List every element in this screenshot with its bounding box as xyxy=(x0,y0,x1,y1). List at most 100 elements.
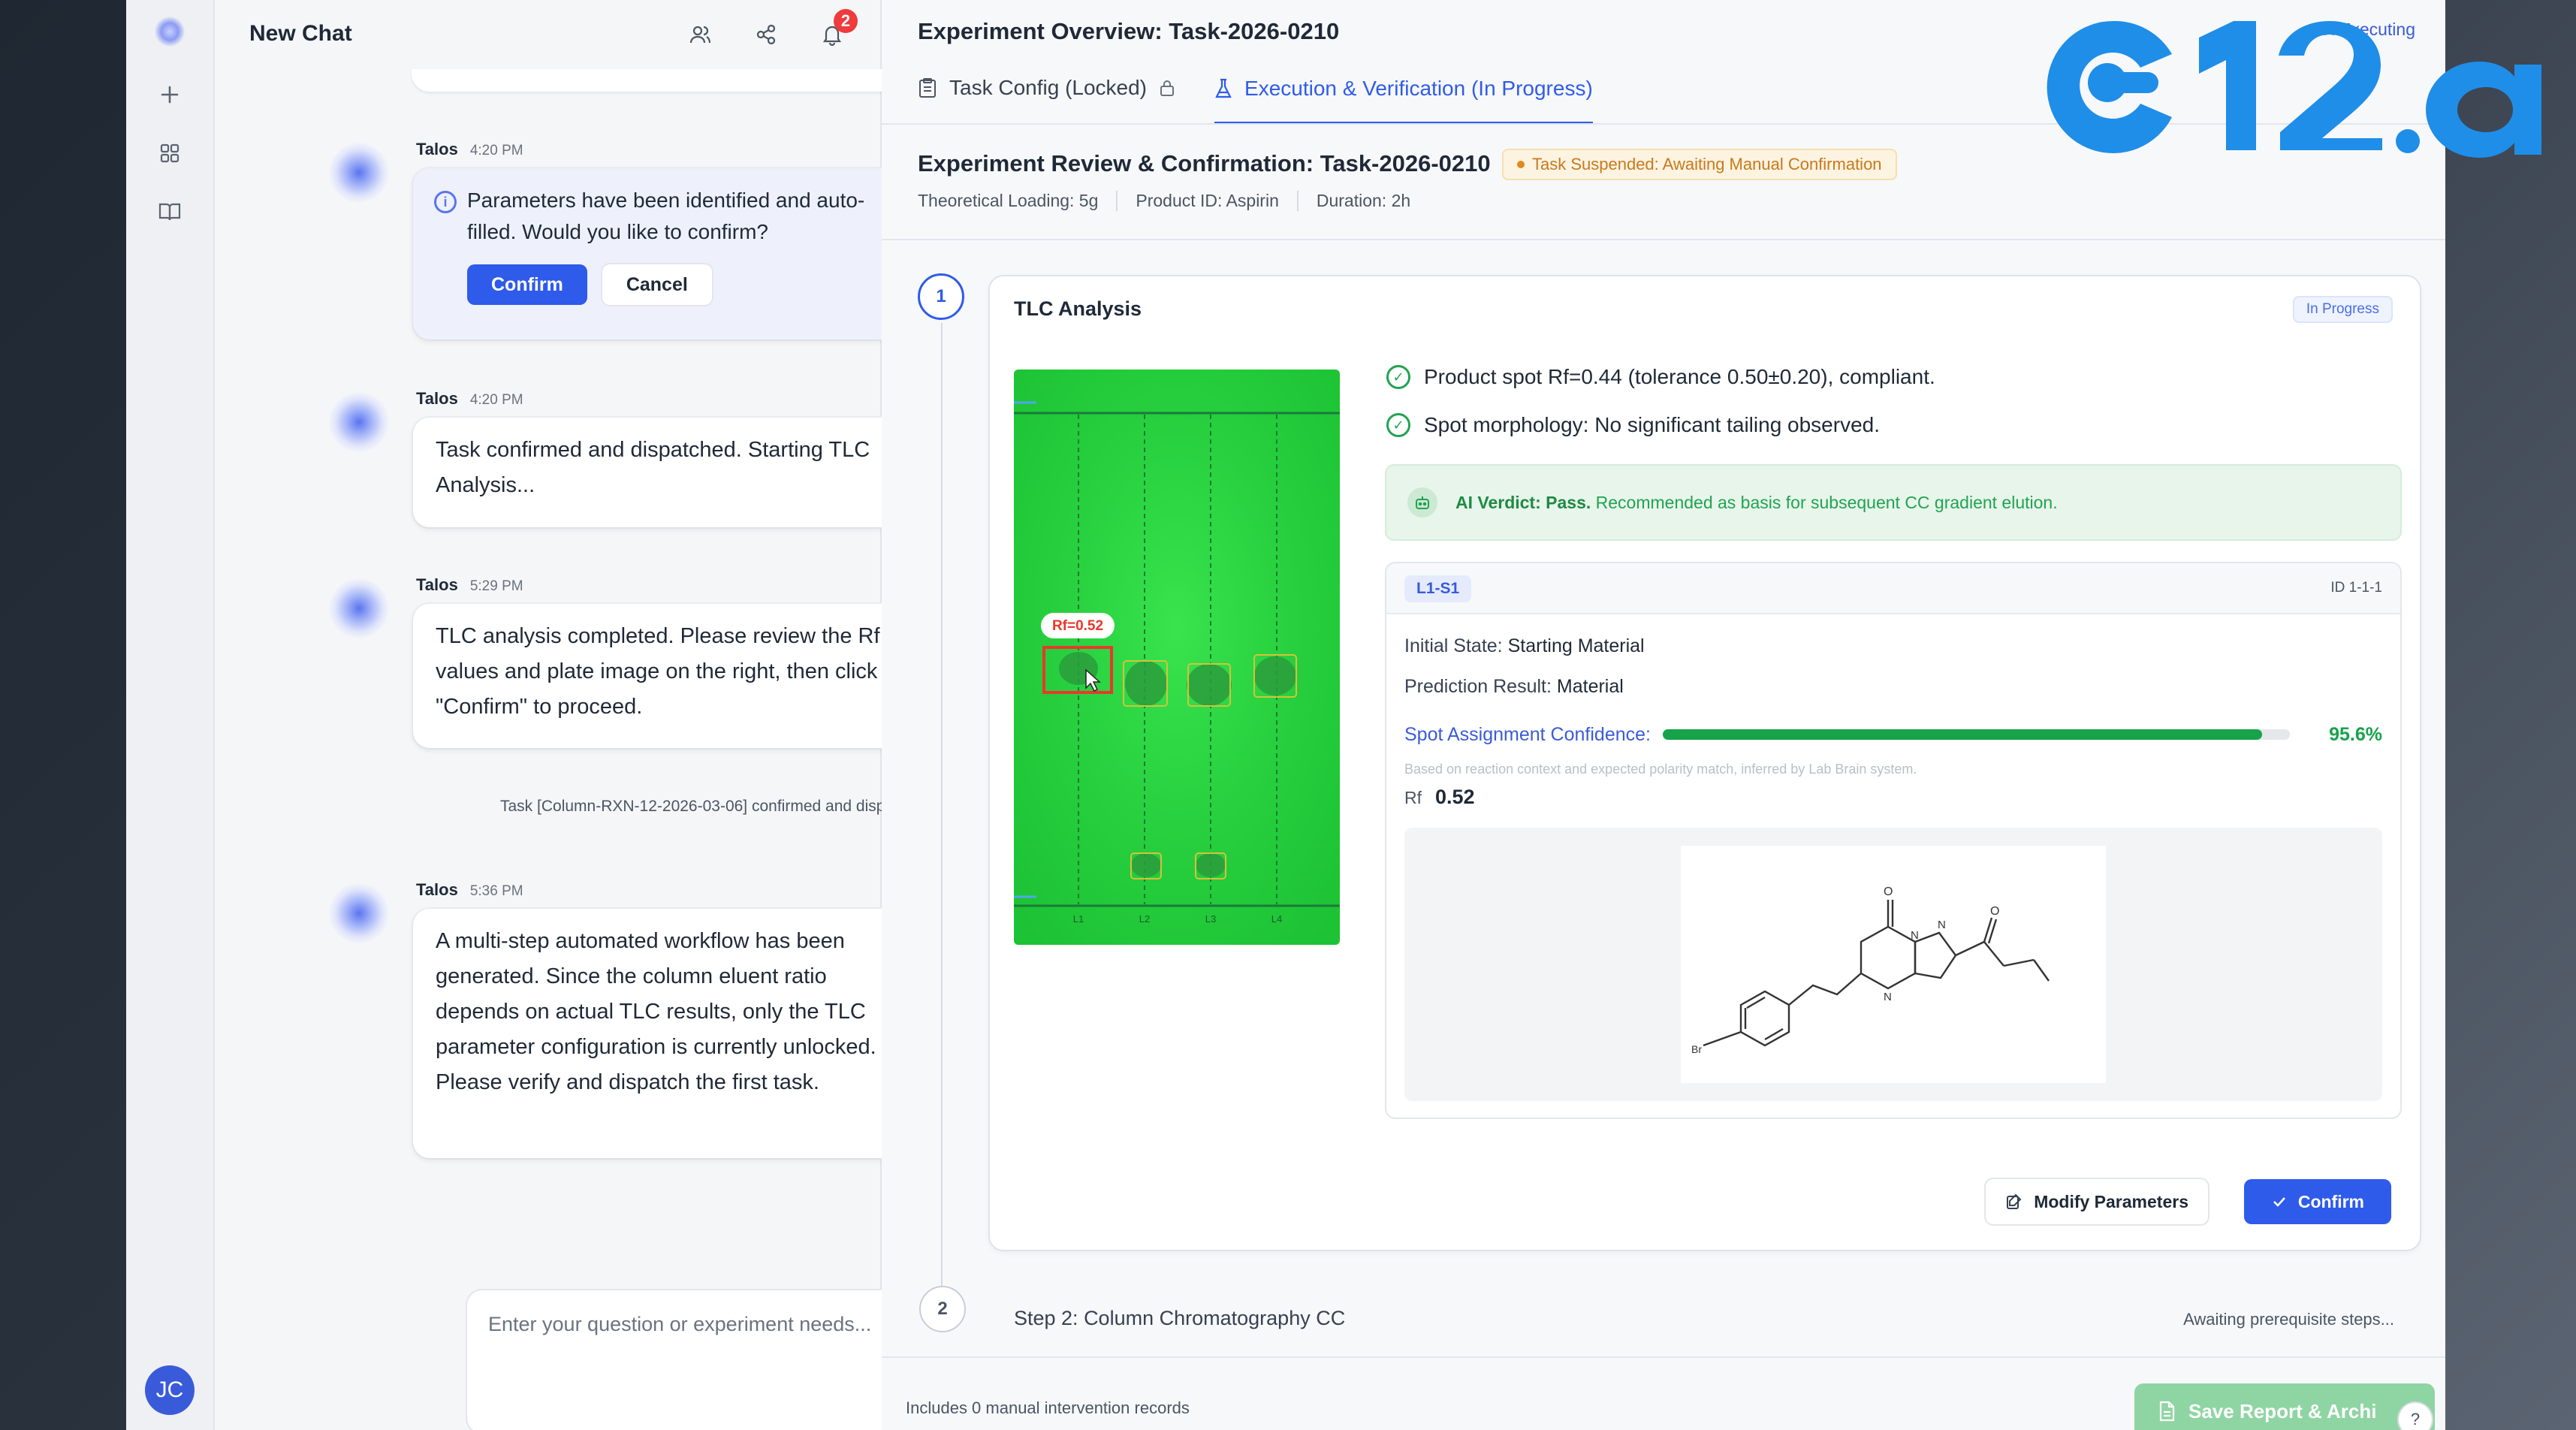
check-item: ✓ Spot morphology: No significant tailin… xyxy=(1386,413,1880,437)
assistant-avatar xyxy=(329,578,389,638)
message-time: 5:29 PM xyxy=(469,578,523,594)
timeline-line xyxy=(941,323,943,1292)
message-bubble: i Parameters have been identified and au… xyxy=(413,168,912,339)
lock-icon xyxy=(1160,80,1175,96)
message-bubble: A multi-step automated workflow has been… xyxy=(413,909,912,1158)
verdict-strong: AI Verdict: Pass. xyxy=(1455,492,1591,512)
message-bubble: Task confirmed and dispatched. Starting … xyxy=(413,418,912,527)
check-icon xyxy=(2273,1197,2285,1207)
suspended-badge-text: Task Suspended: Awaiting Manual Confirma… xyxy=(1532,155,1882,173)
chat-cancel-button[interactable]: Cancel xyxy=(602,264,712,305)
user-avatar[interactable]: JC xyxy=(145,1365,195,1415)
ai-verdict: AI Verdict: Pass. Recommended as basis f… xyxy=(1386,466,2400,539)
initial-state-label: Initial State: xyxy=(1404,635,1503,656)
tab-label: Execution & Verification (In Progress) xyxy=(1244,77,1593,100)
info-icon: i xyxy=(434,191,457,213)
atom-label: O xyxy=(1884,885,1893,898)
modify-parameters-button[interactable]: Modify Parameters xyxy=(1986,1179,2208,1224)
message-author: Talos xyxy=(416,389,458,408)
tab-bar: Task Config (Locked) Execution & Verific… xyxy=(918,69,1593,125)
assistant-avatar xyxy=(329,143,389,203)
step-title[interactable]: Step 2: Column Chromatography CC xyxy=(1014,1307,1345,1330)
assistant-avatar xyxy=(329,392,389,452)
prediction-row: Prediction Result: Material xyxy=(1404,676,1624,698)
assistant-avatar xyxy=(329,883,389,943)
grid-icon[interactable] xyxy=(153,137,186,170)
document-icon xyxy=(2159,1401,2175,1422)
status-dot-icon xyxy=(1517,161,1525,168)
lane-label: L2 xyxy=(1139,913,1150,925)
message-time: 4:20 PM xyxy=(469,392,523,408)
prediction-value: Material xyxy=(1556,676,1624,697)
message-text: TLC analysis completed. Please review th… xyxy=(436,624,880,719)
notification-badge: 2 xyxy=(834,9,858,33)
check-circle-icon: ✓ xyxy=(1386,413,1410,437)
review-meta: Theoretical Loading: 5g Product ID: Aspi… xyxy=(918,191,1428,211)
tab-task-config[interactable]: Task Config (Locked) xyxy=(918,69,1175,107)
check-circle-icon: ✓ xyxy=(1386,365,1410,389)
atom-label: O xyxy=(1990,905,1999,918)
divider xyxy=(882,1356,2445,1358)
spot-chip[interactable]: L1-S1 xyxy=(1404,575,1472,602)
robot-icon xyxy=(1407,487,1437,517)
step-card-tlc: TLC Analysis In Progress Rf=0.52 L1 L2 L… xyxy=(990,276,2420,1250)
message-text: Parameters have been identified and auto… xyxy=(467,189,865,243)
structure-panel: Br O N N N O xyxy=(1404,828,2382,1101)
message-text: A multi-step automated workflow has been… xyxy=(436,929,876,1094)
tab-execution-verification[interactable]: Execution & Verification (In Progress) xyxy=(1214,69,1593,125)
app-window: JC New Chat 2 Talos 4:20 PM i Parameters… xyxy=(126,0,2445,1430)
flask-icon xyxy=(1215,78,1232,98)
previous-message-stub xyxy=(412,69,907,92)
clipboard-icon xyxy=(919,78,936,98)
chat-panel: New Chat 2 Talos 4:20 PM i Parameters ha… xyxy=(215,0,1068,1430)
message-author: Talos xyxy=(416,575,458,594)
suspended-badge: Task Suspended: Awaiting Manual Confirma… xyxy=(1502,149,1897,180)
atom-label: N xyxy=(1938,919,1946,931)
save-report-button[interactable]: Save Report & Archi xyxy=(2134,1383,2435,1430)
confirm-label: Confirm xyxy=(2297,1191,2364,1211)
tlc-plate-image[interactable]: Rf=0.52 L1 L2 L3 L4 xyxy=(1014,370,1340,945)
spot-header: L1-S1 ID 1-1-1 xyxy=(1386,563,2400,614)
chat-header: New Chat 2 xyxy=(215,0,880,68)
confidence-label: Spot Assignment Confidence: xyxy=(1404,723,1651,745)
users-icon[interactable] xyxy=(682,17,718,53)
book-icon[interactable] xyxy=(153,195,186,228)
divider xyxy=(882,239,2445,240)
rf-label: Rf xyxy=(1404,788,1422,807)
spot-detail-card: L1-S1 ID 1-1-1 Initial State: Starting M… xyxy=(1386,563,2400,1118)
meta-duration: Duration: 2h xyxy=(1296,191,1428,211)
check-text: Product spot Rf=0.44 (tolerance 0.50±0.2… xyxy=(1424,365,1935,388)
logo-icon[interactable] xyxy=(155,17,185,47)
plus-icon[interactable] xyxy=(153,78,186,111)
nav-rail: JC xyxy=(126,0,215,1430)
review-title: Experiment Review & Confirmation: Task-2… xyxy=(918,150,1491,176)
check-item: ✓ Product spot Rf=0.44 (tolerance 0.50±0… xyxy=(1386,365,1935,389)
meta-loading: Theoretical Loading: 5g xyxy=(918,191,1099,210)
initial-state-row: Initial State: Starting Material xyxy=(1404,635,1645,657)
lane-label: L1 xyxy=(1073,913,1084,925)
intervention-records-note: Includes 0 manual intervention records xyxy=(906,1398,1190,1417)
confidence-bar xyxy=(1662,729,2291,740)
experiment-title: Experiment Overview: Task-2026-0210 xyxy=(918,18,1340,44)
verdict-text: Recommended as basis for subsequent CC g… xyxy=(1595,492,2058,512)
meta-product: Product ID: Aspirin xyxy=(1116,191,1296,211)
chemical-structure-image: Br O N N N O xyxy=(1681,846,2106,1083)
step-status: Awaiting prerequisite steps... xyxy=(2183,1310,2394,1329)
message-bubble: TLC analysis completed. Please review th… xyxy=(413,604,912,748)
message-time: 4:20 PM xyxy=(469,143,523,158)
share-icon[interactable] xyxy=(748,17,784,53)
bell-icon[interactable]: 2 xyxy=(814,9,858,53)
confirm-button[interactable]: Confirm xyxy=(2243,1179,2391,1224)
rf-marker-label: Rf=0.52 xyxy=(1052,618,1103,634)
chat-title: New Chat xyxy=(249,21,352,46)
atom-label: N xyxy=(1911,929,1919,942)
message-author: Talos xyxy=(416,880,458,899)
prediction-label: Prediction Result: xyxy=(1404,676,1552,697)
help-icon[interactable]: ? xyxy=(2399,1403,2432,1430)
rf-value: 0.52 xyxy=(1435,786,1475,808)
chat-confirm-button[interactable]: Confirm xyxy=(467,264,587,305)
tab-label: Task Config (Locked) xyxy=(949,76,1148,99)
step-number-1: 1 xyxy=(918,273,964,320)
check-text: Spot morphology: No significant tailing … xyxy=(1424,413,1881,436)
modify-parameters-label: Modify Parameters xyxy=(2034,1191,2188,1211)
